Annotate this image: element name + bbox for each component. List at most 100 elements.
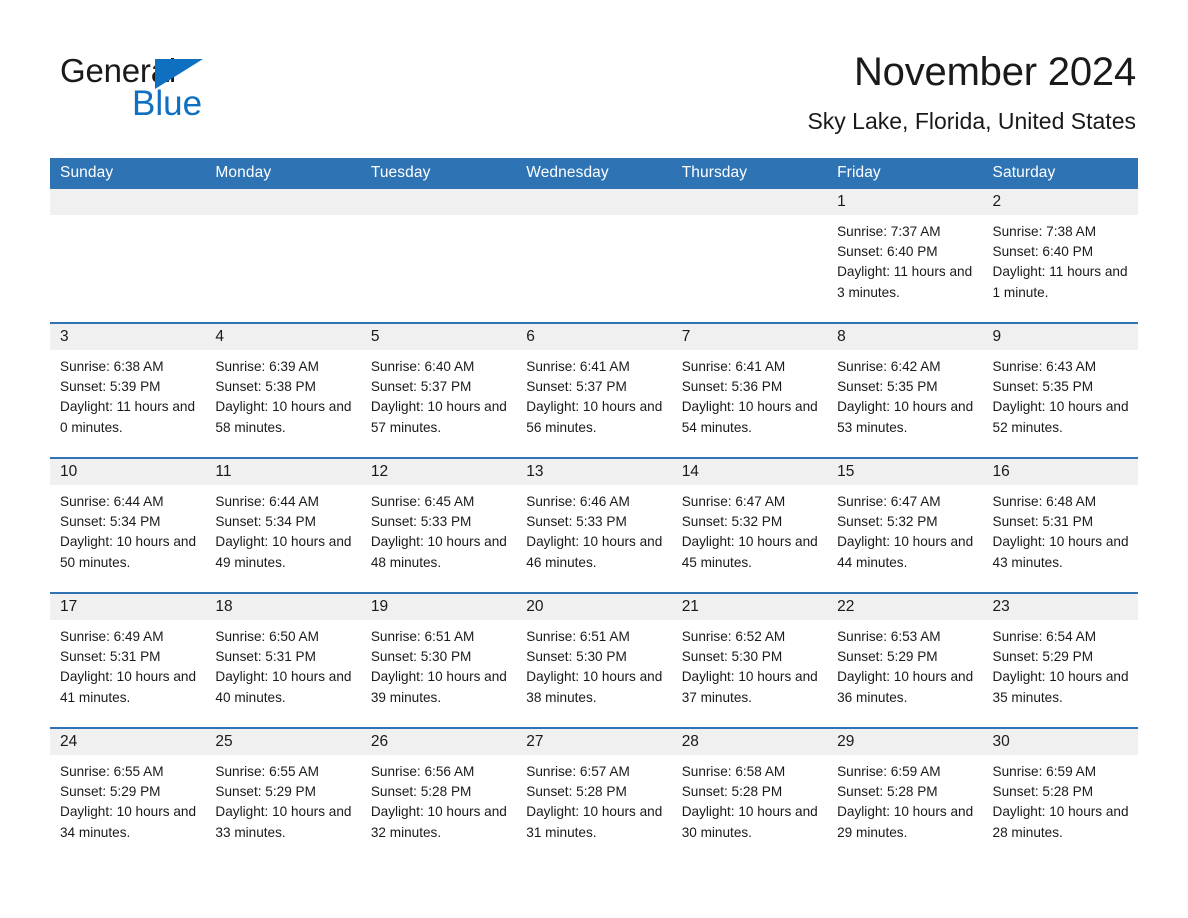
sunrise-text: Sunrise: 6:59 AM xyxy=(992,764,1097,779)
calendar-day-cell[interactable]: 17 Sunrise: 6:49 AM Sunset: 5:31 PM Dayligh… xyxy=(50,592,206,728)
daylight-text: Daylight: 10 hours and 43 minutes. xyxy=(992,534,1129,570)
sunrise-text: Sunrise: 6:50 AM xyxy=(215,629,319,644)
calendar-day-cell[interactable]: 27 Sunrise: 6:57 AM Sunset: 5:28 PM Dayligh… xyxy=(516,727,672,862)
sunset-text: Sunset: 5:39 PM xyxy=(60,379,161,395)
day-number-band: 30 xyxy=(982,729,1138,755)
day-number-band: 22 xyxy=(827,594,983,620)
calendar-day-cell[interactable]: 15 Sunrise: 6:47 AM Sunset: 5:32 PM Dayligh… xyxy=(827,457,983,593)
calendar-day-cell[interactable]: 19 Sunrise: 6:51 AM Sunset: 5:30 PM Dayligh… xyxy=(360,592,517,728)
daylight-text: Daylight: 10 hours and 34 minutes. xyxy=(60,804,197,840)
calendar-day-cell[interactable]: 18 Sunrise: 6:50 AM Sunset: 5:31 PM Dayligh… xyxy=(205,592,361,728)
calendar-day-cell-empty xyxy=(50,189,206,323)
calendar-day-cell[interactable]: 23 Sunrise: 6:54 AM Sunset: 5:29 PM Dayligh… xyxy=(982,592,1138,728)
sunset-text: Sunset: 5:31 PM xyxy=(60,649,161,665)
day-number: 7 xyxy=(681,328,691,345)
calendar-day-cell[interactable]: 26 Sunrise: 6:56 AM Sunset: 5:28 PM Dayligh… xyxy=(360,727,517,862)
day-number-band: 12 xyxy=(360,459,517,485)
sunrise-text: Sunrise: 6:43 AM xyxy=(992,359,1097,374)
calendar-day-cell-empty xyxy=(205,189,361,323)
day-details: Sunrise: 6:55 AM Sunset: 5:29 PM Daylight:… xyxy=(205,755,360,843)
calendar-day-cell[interactable]: 21 Sunrise: 6:52 AM Sunset: 5:30 PM Dayligh… xyxy=(671,592,828,728)
calendar-day-cell[interactable]: 20 Sunrise: 6:51 AM Sunset: 5:30 PM Dayligh… xyxy=(516,592,672,728)
sunset-text: Sunset: 5:34 PM xyxy=(60,514,161,530)
day-number-band: 20 xyxy=(516,594,672,620)
sunset-text: Sunset: 5:29 PM xyxy=(992,649,1094,665)
day-number: 25 xyxy=(215,733,233,750)
daylight-text: Daylight: 11 hours and 0 minutes. xyxy=(60,399,196,435)
generalblue-logo[interactable]: General Blue xyxy=(60,52,300,124)
day-details: Sunrise: 6:41 AM Sunset: 5:36 PM Daylight:… xyxy=(672,350,827,438)
day-details: Sunrise: 6:42 AM Sunset: 5:35 PM Daylight:… xyxy=(827,350,982,438)
sunrise-text: Sunrise: 6:56 AM xyxy=(370,764,475,779)
calendar-day-cell[interactable]: 11 Sunrise: 6:44 AM Sunset: 5:34 PM Dayligh… xyxy=(205,457,361,593)
calendar-day-cell[interactable]: 29 Sunrise: 6:59 AM Sunset: 5:28 PM Dayligh… xyxy=(827,727,983,862)
page-header: General Blue November 2024 Sky Lake, Flo… xyxy=(0,0,1188,134)
sunset-text: Sunset: 5:30 PM xyxy=(526,649,627,665)
calendar-day-cell[interactable]: 13 Sunrise: 6:46 AM Sunset: 5:33 PM Dayligh… xyxy=(516,457,672,593)
calendar-day-cell[interactable]: 6 Sunrise: 6:41 AM Sunset: 5:37 PM Daylight… xyxy=(516,322,672,458)
calendar-day-cell[interactable]: 2 Sunrise: 7:38 AM Sunset: 6:40 PM Daylight… xyxy=(982,189,1138,323)
day-details: Sunrise: 6:44 AM Sunset: 5:34 PM Daylight:… xyxy=(50,485,205,573)
calendar-day-cell[interactable]: 4 Sunrise: 6:39 AM Sunset: 5:38 PM Daylight… xyxy=(205,322,361,458)
day-number-band xyxy=(516,189,672,215)
calendar-day-cell[interactable]: 14 Sunrise: 6:47 AM Sunset: 5:32 PM Dayligh… xyxy=(671,457,828,593)
day-number: 14 xyxy=(681,463,699,480)
sunrise-text: Sunrise: 6:41 AM xyxy=(681,359,786,374)
sunset-text: Sunset: 5:35 PM xyxy=(837,379,938,395)
sunset-text: Sunset: 5:28 PM xyxy=(681,784,783,800)
day-number: 2 xyxy=(992,193,1002,210)
daylight-text: Daylight: 10 hours and 32 minutes. xyxy=(370,804,507,840)
daylight-text: Daylight: 10 hours and 52 minutes. xyxy=(992,399,1129,435)
day-number: 21 xyxy=(681,598,699,615)
daylight-text: Daylight: 10 hours and 41 minutes. xyxy=(60,669,197,705)
daylight-text: Daylight: 11 hours and 1 minute. xyxy=(992,264,1128,300)
calendar-day-cell[interactable]: 30 Sunrise: 6:59 AM Sunset: 5:28 PM Dayligh… xyxy=(982,727,1138,862)
day-number-band: 18 xyxy=(205,594,361,620)
day-number: 16 xyxy=(992,463,1010,480)
calendar-day-cell[interactable]: 7 Sunrise: 6:41 AM Sunset: 5:36 PM Daylight… xyxy=(671,322,828,458)
sunset-text: Sunset: 5:30 PM xyxy=(370,649,472,665)
sunset-text: Sunset: 5:29 PM xyxy=(60,784,161,800)
sunset-text: Sunset: 5:28 PM xyxy=(992,784,1094,800)
sunrise-text: Sunrise: 6:54 AM xyxy=(992,629,1097,644)
day-number: 3 xyxy=(60,328,69,345)
calendar-day-cell[interactable]: 12 Sunrise: 6:45 AM Sunset: 5:33 PM Dayligh… xyxy=(360,457,517,593)
day-number-band: 11 xyxy=(205,459,361,485)
day-number-band: 16 xyxy=(982,459,1138,485)
calendar-day-cell[interactable]: 10 Sunrise: 6:44 AM Sunset: 5:34 PM Dayligh… xyxy=(50,457,206,593)
calendar-day-cell[interactable]: 1 Sunrise: 7:37 AM Sunset: 6:40 PM Daylight… xyxy=(827,189,983,323)
daylight-text: Daylight: 10 hours and 49 minutes. xyxy=(215,534,352,570)
day-number-band: 6 xyxy=(516,324,672,350)
calendar-day-cell[interactable]: 8 Sunrise: 6:42 AM Sunset: 5:35 PM Daylight… xyxy=(827,322,983,458)
day-number-band: 24 xyxy=(50,729,206,755)
day-number: 10 xyxy=(60,463,78,480)
day-number-band xyxy=(671,189,828,215)
calendar-day-cell[interactable]: 28 Sunrise: 6:58 AM Sunset: 5:28 PM Dayligh… xyxy=(671,727,828,862)
sunrise-text: Sunrise: 6:53 AM xyxy=(837,629,941,644)
day-details: Sunrise: 6:53 AM Sunset: 5:29 PM Daylight:… xyxy=(827,620,982,708)
day-details: Sunrise: 6:51 AM Sunset: 5:30 PM Daylight:… xyxy=(516,620,671,708)
sunrise-text: Sunrise: 6:41 AM xyxy=(526,359,630,374)
sunrise-text: Sunrise: 6:47 AM xyxy=(681,494,786,509)
calendar-day-cell[interactable]: 22 Sunrise: 6:53 AM Sunset: 5:29 PM Dayligh… xyxy=(827,592,983,728)
sunrise-text: Sunrise: 6:45 AM xyxy=(370,494,475,509)
calendar-day-cell[interactable]: 3 Sunrise: 6:38 AM Sunset: 5:39 PM Daylight… xyxy=(50,322,206,458)
calendar-day-cell[interactable]: 25 Sunrise: 6:55 AM Sunset: 5:29 PM Dayligh… xyxy=(205,727,361,862)
calendar-day-cell[interactable]: 9 Sunrise: 6:43 AM Sunset: 5:35 PM Daylight… xyxy=(982,322,1138,458)
daylight-text: Daylight: 10 hours and 35 minutes. xyxy=(992,669,1129,705)
day-number-band: 28 xyxy=(671,729,828,755)
calendar-day-cell[interactable]: 24 Sunrise: 6:55 AM Sunset: 5:29 PM Dayligh… xyxy=(50,727,206,862)
calendar-day-cell[interactable]: 16 Sunrise: 6:48 AM Sunset: 5:31 PM Dayligh… xyxy=(982,457,1138,593)
daylight-text: Daylight: 10 hours and 30 minutes. xyxy=(681,804,818,840)
sunrise-text: Sunrise: 6:51 AM xyxy=(370,629,475,644)
sunset-text: Sunset: 5:33 PM xyxy=(526,514,627,530)
day-number: 6 xyxy=(526,328,535,345)
day-details: Sunrise: 6:47 AM Sunset: 5:32 PM Daylight:… xyxy=(827,485,982,573)
calendar-day-cell-empty xyxy=(671,189,828,323)
day-number: 28 xyxy=(681,733,699,750)
calendar-day-cell[interactable]: 5 Sunrise: 6:40 AM Sunset: 5:37 PM Daylight… xyxy=(360,322,517,458)
daylight-text: Daylight: 10 hours and 44 minutes. xyxy=(837,534,974,570)
sunrise-text: Sunrise: 7:37 AM xyxy=(837,224,941,239)
sunrise-text: Sunrise: 6:44 AM xyxy=(215,494,319,509)
day-details: Sunrise: 6:45 AM Sunset: 5:33 PM Daylight:… xyxy=(361,485,516,573)
